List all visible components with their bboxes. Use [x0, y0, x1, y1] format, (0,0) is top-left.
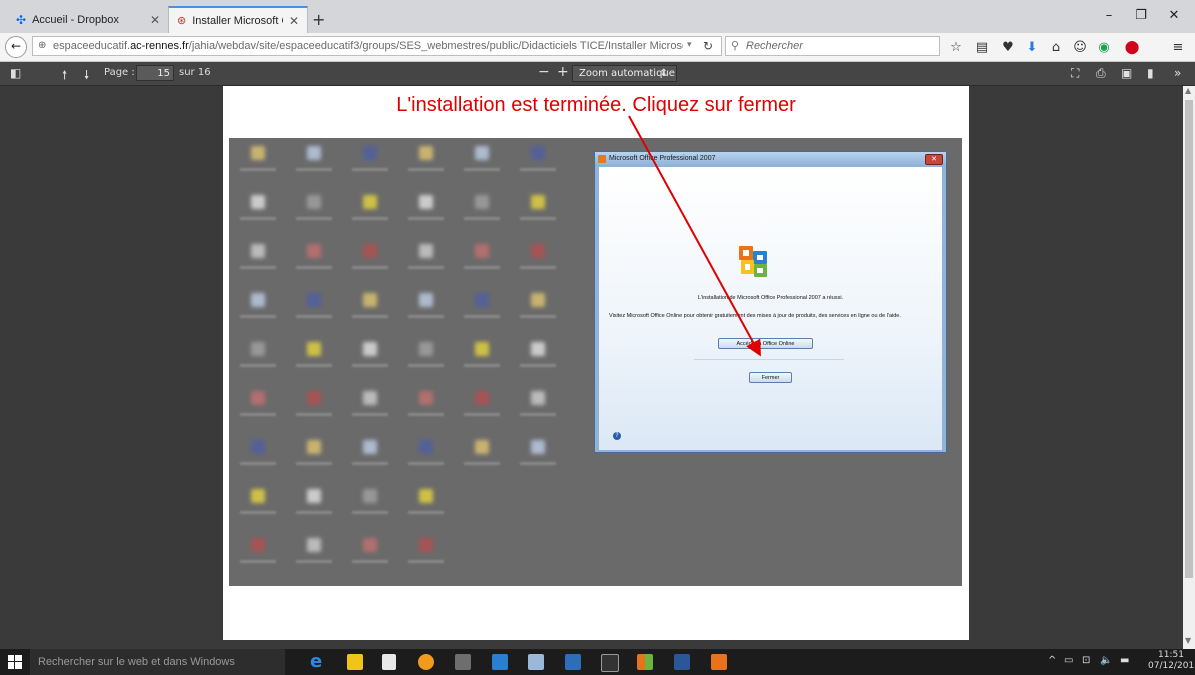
- zoom-select[interactable]: Zoom automatique ⇕: [572, 65, 677, 82]
- app-icon[interactable]: [528, 654, 544, 670]
- window-close-icon[interactable]: ✕: [1164, 8, 1184, 23]
- volume-icon[interactable]: 🔈: [1100, 655, 1112, 666]
- next-page-icon[interactable]: 🠗: [84, 66, 89, 87]
- pdf-page: L'installation est terminée. Cliquez sur…: [223, 86, 969, 640]
- notifications-icon[interactable]: ▬: [1120, 655, 1129, 666]
- previous-page-icon[interactable]: 🠕: [62, 66, 67, 87]
- clock-date: 07/12/2015: [1148, 661, 1195, 671]
- zoom-out-icon[interactable]: −: [538, 64, 550, 80]
- print-icon[interactable]: ⎙: [1096, 66, 1106, 81]
- minimize-icon[interactable]: –: [1099, 8, 1119, 23]
- green-addon-icon[interactable]: ◉: [1096, 40, 1112, 55]
- zoom-in-icon[interactable]: +: [557, 64, 569, 80]
- save-icon[interactable]: ▣: [1121, 66, 1132, 80]
- home-icon[interactable]: ⌂: [1048, 40, 1064, 55]
- system-clock[interactable]: 11:51 07/12/2015: [1148, 650, 1195, 672]
- back-button[interactable]: ←: [5, 36, 27, 58]
- firefox-icon[interactable]: [418, 654, 434, 670]
- terminal-icon[interactable]: [601, 654, 619, 672]
- vertical-scrollbar[interactable]: ▲ ▼: [1183, 86, 1195, 649]
- search-placeholder: Rechercher: [746, 40, 803, 52]
- pocket-icon[interactable]: ♥: [1000, 40, 1016, 55]
- tab-bar: ✣ Accueil - Dropbox ✕ ⊛ Installer Micros…: [0, 0, 1195, 33]
- new-tab-button[interactable]: +: [312, 10, 325, 29]
- scroll-down-icon[interactable]: ▼: [1185, 636, 1191, 645]
- clock-time: 11:51: [1158, 650, 1184, 660]
- select-arrow-icon: ⇕: [659, 68, 668, 79]
- close-icon[interactable]: ✕: [289, 14, 299, 28]
- app-icon[interactable]: [565, 654, 581, 670]
- tab-dropbox[interactable]: ✣ Accueil - Dropbox ✕: [8, 6, 168, 33]
- red-arrow-annotation: [628, 115, 761, 357]
- close-icon[interactable]: ✕: [150, 13, 160, 27]
- word-icon[interactable]: [674, 654, 690, 670]
- reload-icon[interactable]: ↻: [703, 39, 713, 53]
- app-icon[interactable]: [455, 654, 471, 670]
- bookmark-star-icon[interactable]: ☆: [948, 40, 964, 55]
- page-label: Page :: [104, 67, 135, 78]
- app-icon[interactable]: [711, 654, 727, 670]
- menu-icon[interactable]: ≡: [1170, 40, 1186, 55]
- download-icon[interactable]: ⬇: [1024, 40, 1040, 55]
- app-icon[interactable]: [637, 654, 653, 670]
- taskbar: Rechercher sur le web et dans Windows e …: [0, 649, 1195, 675]
- sidebar-toggle-icon[interactable]: ◧: [10, 66, 21, 80]
- bookmark-icon[interactable]: ▮: [1147, 66, 1154, 80]
- battery-icon[interactable]: ▭: [1064, 655, 1073, 666]
- tray-chevron-icon[interactable]: ^: [1048, 655, 1056, 666]
- dropdown-icon[interactable]: ▾: [687, 40, 692, 50]
- pdf-icon: ⊛: [177, 15, 187, 27]
- page-number-input[interactable]: 15: [136, 65, 174, 81]
- reading-list-icon[interactable]: ▤: [974, 40, 990, 55]
- taskbar-search[interactable]: Rechercher sur le web et dans Windows: [30, 649, 285, 675]
- chat-icon[interactable]: ☺: [1072, 40, 1088, 55]
- network-icon[interactable]: ⊡: [1082, 655, 1090, 666]
- app-icon[interactable]: [492, 654, 508, 670]
- url-text: espaceeducatif.ac-rennes.fr/jahia/webdav…: [53, 40, 683, 52]
- scroll-up-icon[interactable]: ▲: [1185, 86, 1191, 95]
- tab-label: Installer Microsoft Office....: [192, 14, 283, 27]
- dropbox-icon: ✣: [16, 12, 27, 27]
- search-icon: ⚲: [731, 40, 740, 52]
- page-total: sur 16: [179, 67, 211, 78]
- pdf-toolbar: ◧ 🠕 🠗 Page : 15 sur 16 − + Zoom automati…: [0, 62, 1195, 86]
- fullscreen-icon[interactable]: ⛶: [1071, 66, 1079, 81]
- tab-label: Accueil - Dropbox: [32, 13, 119, 26]
- file-explorer-icon[interactable]: [347, 654, 363, 670]
- maximize-icon[interactable]: ❐: [1131, 8, 1151, 23]
- scrollbar-thumb[interactable]: [1185, 100, 1193, 578]
- nav-bar: ← ⊕ espaceeducatif.ac-rennes.fr/jahia/we…: [0, 33, 1195, 62]
- search-field[interactable]: ⚲ Rechercher: [725, 36, 940, 56]
- globe-icon: ⊕: [38, 40, 47, 51]
- url-bar[interactable]: ⊕ espaceeducatif.ac-rennes.fr/jahia/webd…: [32, 36, 722, 56]
- more-tools-icon[interactable]: »: [1174, 66, 1181, 80]
- adblock-icon[interactable]: ⬤: [1124, 40, 1140, 55]
- windows-start-icon[interactable]: [8, 655, 22, 669]
- taskbar-search-placeholder: Rechercher sur le web et dans Windows: [38, 656, 235, 668]
- tab-installer[interactable]: ⊛ Installer Microsoft Office.... ✕: [168, 6, 308, 33]
- store-icon[interactable]: [382, 654, 396, 670]
- edge-icon[interactable]: e: [310, 651, 326, 672]
